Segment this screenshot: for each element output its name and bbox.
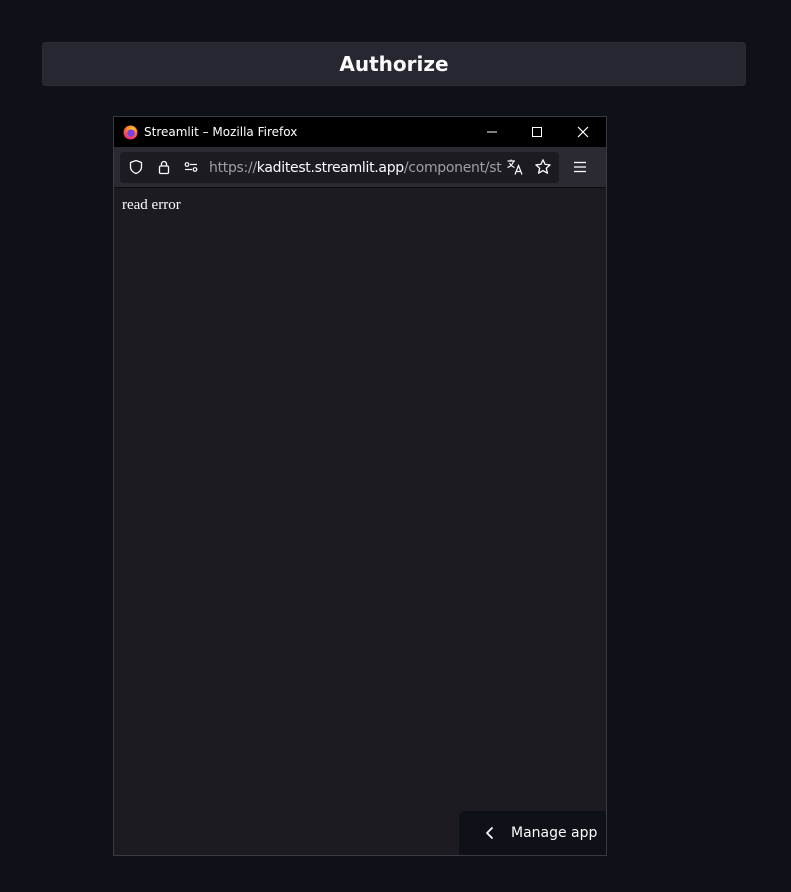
maximize-button[interactable] [514, 117, 560, 147]
chevron-left-icon [486, 827, 493, 839]
popup-content: read error [114, 188, 606, 855]
close-window-button[interactable] [560, 117, 606, 147]
permissions-icon[interactable] [183, 159, 199, 175]
minimize-icon [487, 131, 497, 133]
star-icon[interactable] [534, 158, 552, 176]
shield-icon[interactable] [128, 159, 144, 175]
error-message: read error [122, 197, 181, 213]
url-path: /component/streamlit [403, 160, 502, 176]
minimize-button[interactable] [469, 117, 515, 147]
streamlit-page: Authorize Streamlit – Mozilla Firefox ht… [0, 0, 791, 892]
window-title: Streamlit – Mozilla Firefox [144, 125, 298, 139]
url-host: kaditest.streamlit.app [256, 160, 404, 176]
authorize-button[interactable]: Authorize [42, 42, 746, 86]
url-text[interactable]: https://kaditest.streamlit.app/component… [209, 160, 502, 178]
lock-icon[interactable] [156, 159, 172, 175]
manage-app-button[interactable]: Manage app [459, 811, 606, 855]
close-icon [577, 126, 589, 138]
maximize-icon [532, 127, 542, 137]
window-titlebar[interactable]: Streamlit – Mozilla Firefox [114, 117, 606, 147]
firefox-popup-window: Streamlit – Mozilla Firefox https://kadi… [113, 116, 607, 856]
url-scheme: https:// [209, 160, 257, 176]
hamburger-menu-icon[interactable] [572, 159, 588, 175]
browser-toolbar: https://kaditest.streamlit.app/component… [114, 147, 606, 188]
firefox-logo-icon [123, 124, 138, 140]
authorize-button-label: Authorize [339, 52, 449, 76]
translate-icon[interactable] [506, 158, 524, 176]
manage-app-label: Manage app [511, 825, 598, 841]
url-bar[interactable]: https://kaditest.streamlit.app/component… [120, 152, 559, 183]
